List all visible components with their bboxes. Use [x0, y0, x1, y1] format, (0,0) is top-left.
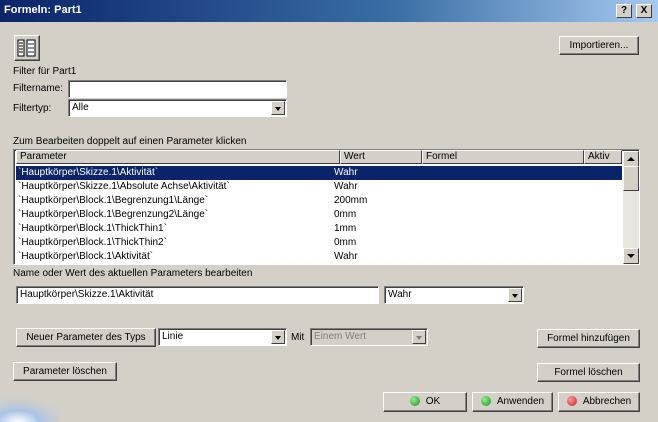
- table-row[interactable]: `Hauptkörper\Skizze.1\Aktivität` Wahr: [16, 166, 622, 180]
- corner-decoration: [0, 390, 60, 422]
- parameter-type-select[interactable]: Linie: [158, 328, 287, 346]
- parameter-table[interactable]: Parameter Wert Formel Aktiv `Hauptkörper…: [13, 149, 640, 265]
- filter-type-select[interactable]: Alle: [68, 99, 287, 117]
- parameter-name-input[interactable]: Hauptkörper\Skizze.1\Aktivität: [16, 286, 379, 304]
- chevron-down-icon[interactable]: [271, 330, 285, 344]
- title-bar: Formeln: Part1 ? X: [0, 0, 658, 22]
- cell-parameter: `Hauptkörper\Skizze.1\Absolute Achse\Akt…: [18, 181, 230, 192]
- cell-value: 200mm: [334, 195, 368, 206]
- cell-parameter: `Hauptkörper\Block.1\ThickThin1`: [18, 223, 167, 234]
- table-instruction: Zum Bearbeiten doppelt auf einen Paramet…: [13, 136, 247, 147]
- cell-value: 0mm: [334, 209, 357, 220]
- chevron-down-icon[interactable]: [412, 330, 426, 344]
- arrow-down-icon: [627, 254, 635, 258]
- filter-heading: Filter für Part1: [13, 66, 77, 77]
- cell-parameter: `Hauptkörper\Block.1\ThickThin2`: [18, 237, 167, 248]
- with-label: Mit: [291, 332, 305, 343]
- delete-parameter-button[interactable]: Parameter löschen: [13, 362, 117, 381]
- parameter-filter-icon: [17, 39, 36, 57]
- window-title: Formeln: Part1: [4, 4, 82, 16]
- ok-button[interactable]: OK: [383, 392, 467, 412]
- parameter-value-select[interactable]: Wahr: [384, 286, 524, 304]
- filter-type-label: Filtertyp:: [13, 103, 52, 114]
- cell-value: Wahr: [334, 181, 358, 192]
- cell-parameter: `Hauptkörper\Block.1\Begrenzung1\Länge`: [18, 195, 209, 206]
- column-header-parameter[interactable]: Parameter: [16, 150, 340, 164]
- chevron-down-icon[interactable]: [271, 101, 285, 115]
- arrow-up-icon: [627, 157, 635, 161]
- help-button[interactable]: ?: [616, 4, 632, 18]
- apply-button[interactable]: Anwenden: [472, 392, 553, 412]
- red-ball-icon: [566, 396, 577, 407]
- scroll-thumb[interactable]: [623, 166, 639, 191]
- table-body: `Hauptkörper\Skizze.1\Aktivität` Wahr `Hau…: [16, 166, 622, 264]
- table-row[interactable]: `Hauptkörper\Block.1\ThickThin1` 1mm: [16, 222, 622, 236]
- import-button[interactable]: Importieren...: [559, 36, 639, 55]
- table-row[interactable]: `Hauptkörper\Block.1\ThickThin2` 0mm: [16, 236, 622, 250]
- green-ball-icon: [480, 396, 491, 407]
- cancel-button[interactable]: Abbrechen: [558, 392, 640, 412]
- cell-value: 0mm: [334, 237, 357, 248]
- cell-value: Wahr: [334, 167, 358, 178]
- cell-parameter: `Hauptkörper\Block.1\Aktivität`: [18, 251, 154, 262]
- cell-parameter: `Hauptkörper\Block.1\Begrenzung2\Länge`: [18, 209, 209, 220]
- close-button[interactable]: X: [636, 4, 652, 18]
- delete-formula-button[interactable]: Formel löschen: [537, 363, 640, 382]
- add-formula-button[interactable]: Formel hinzufügen: [537, 329, 640, 348]
- parameter-filter-button[interactable]: [14, 35, 40, 61]
- filter-name-input[interactable]: [68, 80, 287, 98]
- cell-value: 1mm: [334, 223, 357, 234]
- filter-name-label: Filtername:: [13, 83, 64, 94]
- green-ball-icon: [409, 396, 420, 407]
- table-row[interactable]: `Hauptkörper\Block.1\Begrenzung1\Länge` 2…: [16, 194, 622, 208]
- edit-label: Name oder Wert des aktuellen Parameters …: [13, 268, 253, 279]
- scroll-down-button[interactable]: [623, 248, 639, 264]
- cell-parameter: `Hauptkörper\Skizze.1\Aktivität`: [18, 167, 159, 178]
- table-row[interactable]: `Hauptkörper\Block.1\Begrenzung2\Länge` 0…: [16, 208, 622, 222]
- table-row[interactable]: `Hauptkörper\Block.1\Aktivität` Wahr: [16, 250, 622, 264]
- scroll-up-button[interactable]: [623, 151, 639, 167]
- table-scrollbar[interactable]: [623, 151, 639, 264]
- column-header-formula[interactable]: Formel: [422, 150, 584, 164]
- with-value-select[interactable]: Einem Wert: [310, 328, 428, 346]
- column-header-active[interactable]: Aktiv: [584, 150, 622, 164]
- new-parameter-button[interactable]: Neuer Parameter des Typs: [16, 328, 156, 347]
- cell-value: Wahr: [334, 251, 358, 262]
- table-row[interactable]: `Hauptkörper\Skizze.1\Absolute Achse\Akt…: [16, 180, 622, 194]
- chevron-down-icon[interactable]: [508, 288, 522, 302]
- column-header-value[interactable]: Wert: [340, 150, 422, 164]
